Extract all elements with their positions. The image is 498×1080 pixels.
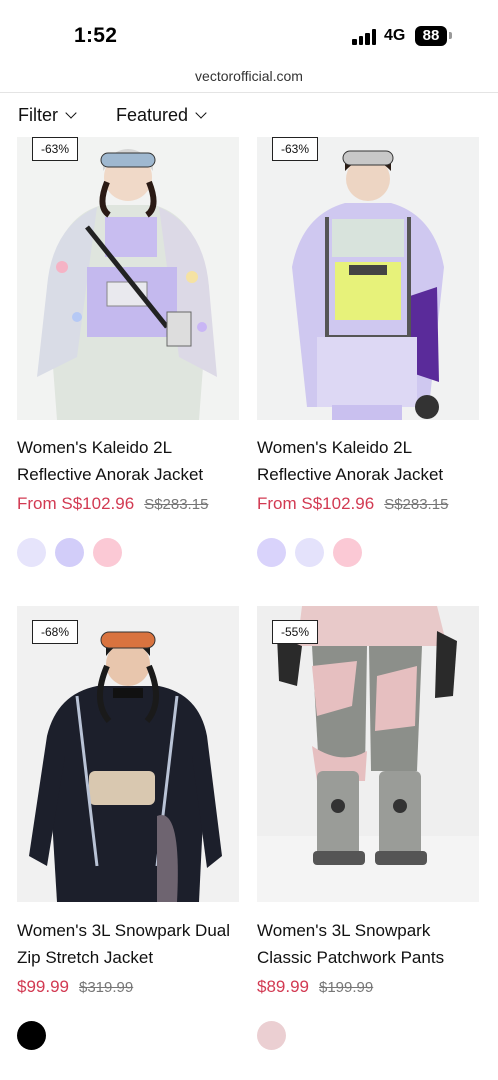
original-price: $319.99 [79, 979, 134, 996]
chevron-down-icon [195, 107, 207, 119]
price-row: $89.99 $199.99 [257, 977, 497, 997]
original-price: $199.99 [319, 979, 374, 996]
product-title[interactable]: Women's 3L Snowpark Classic Patchwork Pa… [257, 917, 487, 971]
product-title-line: Women's 3L Snowpark [257, 921, 431, 940]
price-row: From S$102.96 S$283.15 [257, 494, 497, 514]
price-row: $99.99 $319.99 [17, 977, 257, 997]
color-swatches [17, 538, 122, 567]
sort-dropdown[interactable]: Featured [116, 105, 207, 126]
product-title-line: Women's Kaleido 2L [257, 438, 413, 457]
battery-tip [449, 32, 452, 39]
product-title-line: Women's 3L Snowpark Dual [17, 921, 231, 940]
color-swatches [257, 538, 362, 567]
color-swatch[interactable] [257, 538, 286, 567]
network-type: 4G [384, 27, 406, 44]
original-price: S$283.15 [384, 496, 449, 513]
product-card[interactable]: -68% Women's 3L Snowpark Dual Zip Stretc… [17, 606, 239, 1056]
product-image[interactable]: -63% [17, 137, 239, 420]
battery-icon: 88 [415, 26, 447, 46]
address-bar[interactable]: vectorofficial.com [0, 62, 498, 93]
product-title[interactable]: Women's 3L Snowpark Dual Zip Stretch Jac… [17, 917, 247, 971]
product-image[interactable]: -63% [257, 137, 479, 420]
product-image[interactable]: -68% [17, 606, 239, 902]
product-title-line: Women's Kaleido 2L [17, 438, 173, 457]
sale-price: $99.99 [17, 977, 69, 996]
discount-badge: -63% [32, 137, 79, 161]
sale-price: $89.99 [257, 977, 309, 996]
sort-label: Featured [116, 105, 189, 125]
color-swatches [17, 1021, 46, 1050]
collection-toolbar: Filter Featured [0, 100, 498, 134]
filter-label: Filter [18, 105, 58, 125]
product-title-line: Classic Patchwork Pants [257, 948, 445, 967]
product-title[interactable]: Women's Kaleido 2L Reflective Anorak Jac… [257, 434, 487, 488]
product-title-line: Zip Stretch Jacket [17, 948, 154, 967]
product-card[interactable]: -63% Women's Kaleido 2L Reflective Anora… [17, 137, 239, 577]
price-row: From S$102.96 S$283.15 [17, 494, 257, 514]
status-bar: 1:52 4G 88 [0, 0, 498, 62]
color-swatch[interactable] [17, 1021, 46, 1050]
color-swatch[interactable] [333, 538, 362, 567]
url-text: vectorofficial.com [195, 68, 303, 84]
discount-badge: -63% [272, 137, 319, 161]
product-card[interactable]: -63% Women's Kaleido 2L Reflective Anora… [257, 137, 479, 577]
discount-badge: -68% [32, 620, 79, 644]
product-title[interactable]: Women's Kaleido 2L Reflective Anorak Jac… [17, 434, 247, 488]
signal-icon [352, 29, 378, 45]
color-swatch[interactable] [257, 1021, 286, 1050]
color-swatch[interactable] [55, 538, 84, 567]
product-image[interactable]: -55% [257, 606, 479, 902]
original-price: S$283.15 [144, 496, 209, 513]
product-title-line: Reflective Anorak Jacket [257, 465, 444, 484]
status-time: 1:52 [74, 24, 118, 47]
color-swatch[interactable] [17, 538, 46, 567]
discount-badge: -55% [272, 620, 319, 644]
color-swatch[interactable] [93, 538, 122, 567]
chevron-down-icon [65, 107, 77, 119]
product-title-line: Reflective Anorak Jacket [17, 465, 204, 484]
color-swatches [257, 1021, 286, 1050]
sale-price: From S$102.96 [257, 494, 375, 513]
color-swatch[interactable] [295, 538, 324, 567]
product-card[interactable]: -55% Women's 3L Snowpark Classic Patchwo… [257, 606, 479, 1056]
sale-price: From S$102.96 [17, 494, 135, 513]
filter-button[interactable]: Filter [18, 105, 77, 126]
